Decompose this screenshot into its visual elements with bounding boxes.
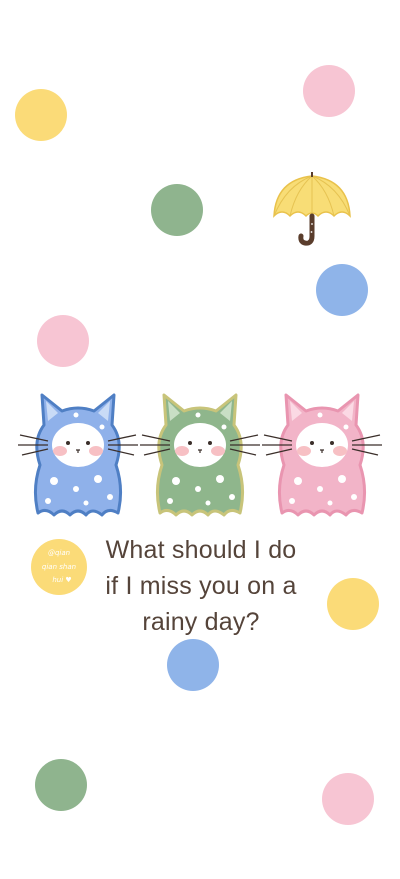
yellow-dot-top-left [15, 89, 67, 141]
message-line-1: What should I do [105, 536, 297, 564]
pink-dot-bottom-right [322, 773, 374, 825]
signature-line-2: qian shan [42, 563, 76, 571]
green-dot-upper-middle [151, 184, 203, 236]
blue-dot-right [316, 264, 368, 316]
cats-illustration [18, 393, 382, 517]
blue-dot-center [167, 639, 219, 691]
pink-dot-left [37, 315, 89, 367]
blue-cat-illustration [18, 393, 138, 517]
signature-stamp: @qian qian shan hui ♥ [31, 539, 87, 595]
pink-cat-illustration [262, 393, 382, 517]
signature-line-1: @qian [48, 549, 70, 557]
green-dot-bottom-left [35, 759, 87, 811]
yellow-dot-right [327, 578, 379, 630]
signature-line-3: hui ♥ [52, 576, 71, 584]
umbrella-icon [273, 172, 351, 246]
pink-dot-top-right [303, 65, 355, 117]
message-text: What should I do if I miss you on a rain… [88, 532, 314, 640]
green-cat-illustration [140, 393, 260, 517]
message-line-2: if I miss you on a [105, 572, 297, 600]
message-line-3: rainy day? [142, 608, 260, 636]
